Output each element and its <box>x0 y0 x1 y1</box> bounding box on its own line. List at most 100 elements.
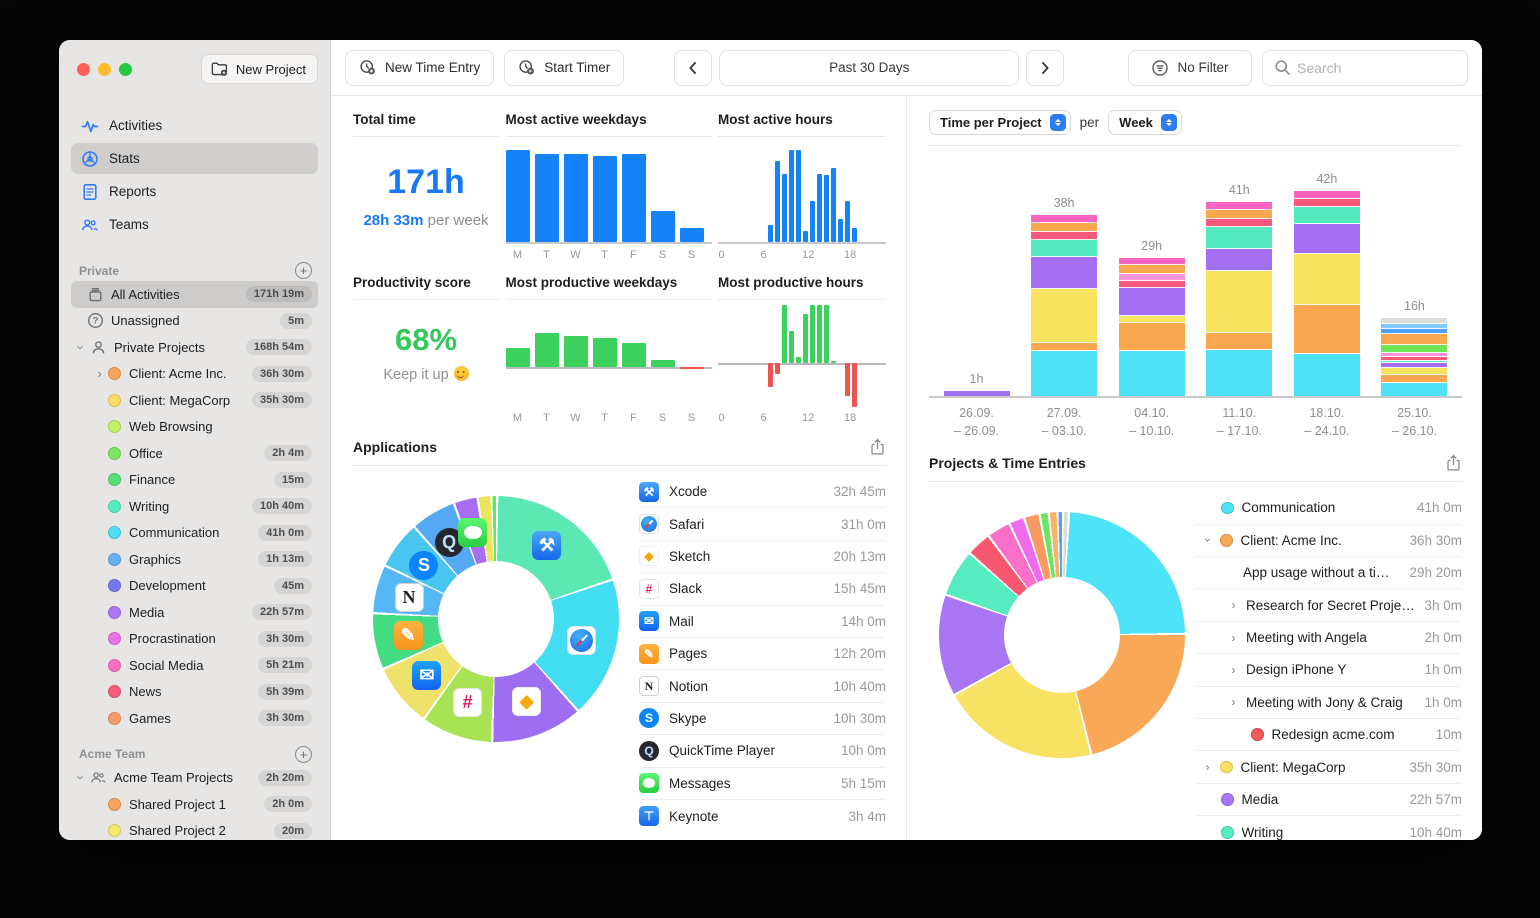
previous-period-button[interactable] <box>674 50 712 86</box>
app-row-keynote[interactable]: ⊤Keynote3h 4m <box>639 800 886 832</box>
project-row-writing[interactable]: Writing10h 40m <box>1195 816 1462 840</box>
sidebar-item-client-acme-inc[interactable]: ›Client: Acme Inc.36h 30m <box>71 361 318 388</box>
chevron-down-icon[interactable]: › <box>75 770 88 785</box>
project-row-media[interactable]: Media22h 57m <box>1195 784 1462 816</box>
project-time: 3h 0m <box>1424 598 1462 613</box>
new-project-button[interactable]: New Project <box>201 54 318 84</box>
bar-total-label: 1h <box>970 372 984 386</box>
sidebar-item-shared-project-1[interactable]: Shared Project 12h 0m <box>71 791 318 818</box>
chevron-down-icon[interactable]: › <box>75 340 88 355</box>
notion-icon: N <box>395 583 424 612</box>
project-row-client-megacorp[interactable]: ›Client: MegaCorp35h 30m <box>1195 751 1462 783</box>
app-time: 3h 4m <box>848 809 886 824</box>
project-time: 10m <box>1436 727 1462 742</box>
app-row-skype[interactable]: SSkype10h 30m <box>639 703 886 735</box>
main-area: New Time Entry Start Timer Past 30 Days <box>331 40 1482 840</box>
xcode-icon: ⚒ <box>532 531 561 560</box>
app-row-messages[interactable]: Messages5h 15m <box>639 768 886 800</box>
add-project-icon[interactable]: + <box>295 262 312 279</box>
chevron-right-icon[interactable]: › <box>1227 663 1240 677</box>
project-row-app-usage-without-a-ti[interactable]: App usage without a ti…29h 20m <box>1195 557 1462 589</box>
project-row-client-acme-inc[interactable]: ›Client: Acme Inc.36h 30m <box>1195 525 1462 557</box>
sidebar-item-all-activities[interactable]: All Activities171h 19m <box>71 281 318 308</box>
app-time: 10h 0m <box>841 743 886 758</box>
nav-label: Activities <box>109 118 162 133</box>
sidebar-item-acme-team-projects[interactable]: ›Acme Team Projects2h 20m <box>71 765 318 792</box>
applications-share-button[interactable] <box>869 438 886 456</box>
item-label: Development <box>129 578 274 593</box>
app-row-quicktime-player[interactable]: QQuickTime Player10h 0m <box>639 735 886 767</box>
app-row-xcode[interactable]: ⚒Xcode32h 45m <box>639 476 886 508</box>
project-row-redesign-acme-com[interactable]: Redesign acme.com10m <box>1195 719 1462 751</box>
project-row-research-for-secret-proje[interactable]: ›Research for Secret Proje…3h 0m <box>1195 589 1462 621</box>
filter-button[interactable]: No Filter <box>1128 50 1252 86</box>
sidebar-item-media[interactable]: Media22h 57m <box>71 599 318 626</box>
bar-total-label: 16h <box>1404 299 1425 313</box>
project-row-meeting-with-angela[interactable]: ›Meeting with Angela2h 0m <box>1195 622 1462 654</box>
sidebar-item-finance[interactable]: Finance15m <box>71 467 318 494</box>
add-project-icon[interactable]: + <box>295 746 312 763</box>
sidebar-item-reports[interactable]: Reports <box>71 176 318 207</box>
project-row-communication[interactable]: Communication41h 0m <box>1195 492 1462 524</box>
interval-select[interactable]: Week <box>1108 110 1182 135</box>
period-selector[interactable]: Past 30 Days <box>719 50 1019 86</box>
app-row-safari[interactable]: Safari31h 0m <box>639 508 886 540</box>
projects-share-button[interactable] <box>1445 454 1462 472</box>
minimize-window-button[interactable] <box>98 63 111 76</box>
metric-select[interactable]: Time per Project <box>929 110 1071 135</box>
sidebar-item-social-media[interactable]: Social Media5h 21m <box>71 652 318 679</box>
sidebar-item-private-projects[interactable]: ›Private Projects168h 54m <box>71 334 318 361</box>
project-row-design-iphone-y[interactable]: › Design iPhone Y 1h 0m <box>1195 654 1462 686</box>
chevron-right-icon[interactable]: › <box>1227 631 1240 645</box>
sidebar-item-teams[interactable]: Teams <box>71 209 318 240</box>
sidebar-item-games[interactable]: Games3h 30m <box>71 705 318 732</box>
slack-app-icon: # <box>639 579 659 599</box>
project-color-dot <box>1221 793 1234 806</box>
app-row-notion[interactable]: NNotion10h 40m <box>639 670 886 702</box>
sidebar-item-web-browsing[interactable]: Web Browsing <box>71 414 318 441</box>
teams-icon <box>81 216 99 234</box>
chevron-right-icon[interactable]: › <box>1201 760 1214 774</box>
sidebar-item-activities[interactable]: Activities <box>71 110 318 141</box>
close-window-button[interactable] <box>77 63 90 76</box>
sidebar-item-communication[interactable]: Communication41h 0m <box>71 520 318 547</box>
project-row-meeting-with-jony-craig[interactable]: ›Meeting with Jony & Craig1h 0m <box>1195 687 1462 719</box>
sidebar-item-unassigned[interactable]: ?Unassigned5m <box>71 308 318 335</box>
notion-app-icon: N <box>395 583 424 612</box>
zoom-window-button[interactable] <box>119 63 132 76</box>
app-row-mail[interactable]: ✉Mail14h 0m <box>639 606 886 638</box>
project-time: 1h 0m <box>1424 662 1462 677</box>
search-field[interactable] <box>1262 50 1468 86</box>
time-badge: 1h 13m <box>258 551 312 567</box>
chevron-down-icon[interactable]: › <box>1201 533 1214 547</box>
app-window: New Project ActivitiesStatsReportsTeams … <box>59 40 1482 840</box>
sidebar-section-header: Private+ <box>71 262 318 281</box>
sidebar-item-news[interactable]: News5h 39m <box>71 679 318 706</box>
chevron-right-icon[interactable]: › <box>1227 598 1240 612</box>
sidebar-item-graphics[interactable]: Graphics1h 13m <box>71 546 318 573</box>
safari-app-icon <box>639 514 659 534</box>
sidebar-item-stats[interactable]: Stats <box>71 143 318 174</box>
chevron-right-icon[interactable]: › <box>93 366 106 381</box>
sidebar-item-procrastination[interactable]: Procrastination3h 30m <box>71 626 318 653</box>
period-label: Past 30 Days <box>829 60 909 75</box>
start-timer-button[interactable]: Start Timer <box>504 50 624 86</box>
item-label: Private Projects <box>114 340 246 355</box>
stacked-bar-column: 41h <box>1196 183 1283 396</box>
sidebar-item-shared-project-2[interactable]: Shared Project 220m <box>71 818 318 841</box>
app-row-slack[interactable]: #Slack15h 45m <box>639 573 886 605</box>
new-time-entry-button[interactable]: New Time Entry <box>345 50 494 86</box>
app-row-sketch[interactable]: ◆Sketch20h 13m <box>639 541 886 573</box>
search-input[interactable] <box>1297 60 1457 76</box>
app-row-pages[interactable]: ✎Pages12h 20m <box>639 638 886 670</box>
svg-text:?: ? <box>93 316 99 327</box>
sidebar-item-office[interactable]: Office2h 4m <box>71 440 318 467</box>
project-name: Design iPhone Y <box>1246 662 1416 677</box>
sidebar-item-client-megacorp[interactable]: Client: MegaCorp35h 30m <box>71 387 318 414</box>
chevron-right-icon[interactable]: › <box>1227 695 1240 709</box>
next-period-button[interactable] <box>1026 50 1064 86</box>
sidebar-item-development[interactable]: Development45m <box>71 573 318 600</box>
app-time: 32h 45m <box>833 484 886 499</box>
app-time: 20h 13m <box>833 549 886 564</box>
sidebar-item-writing[interactable]: Writing10h 40m <box>71 493 318 520</box>
